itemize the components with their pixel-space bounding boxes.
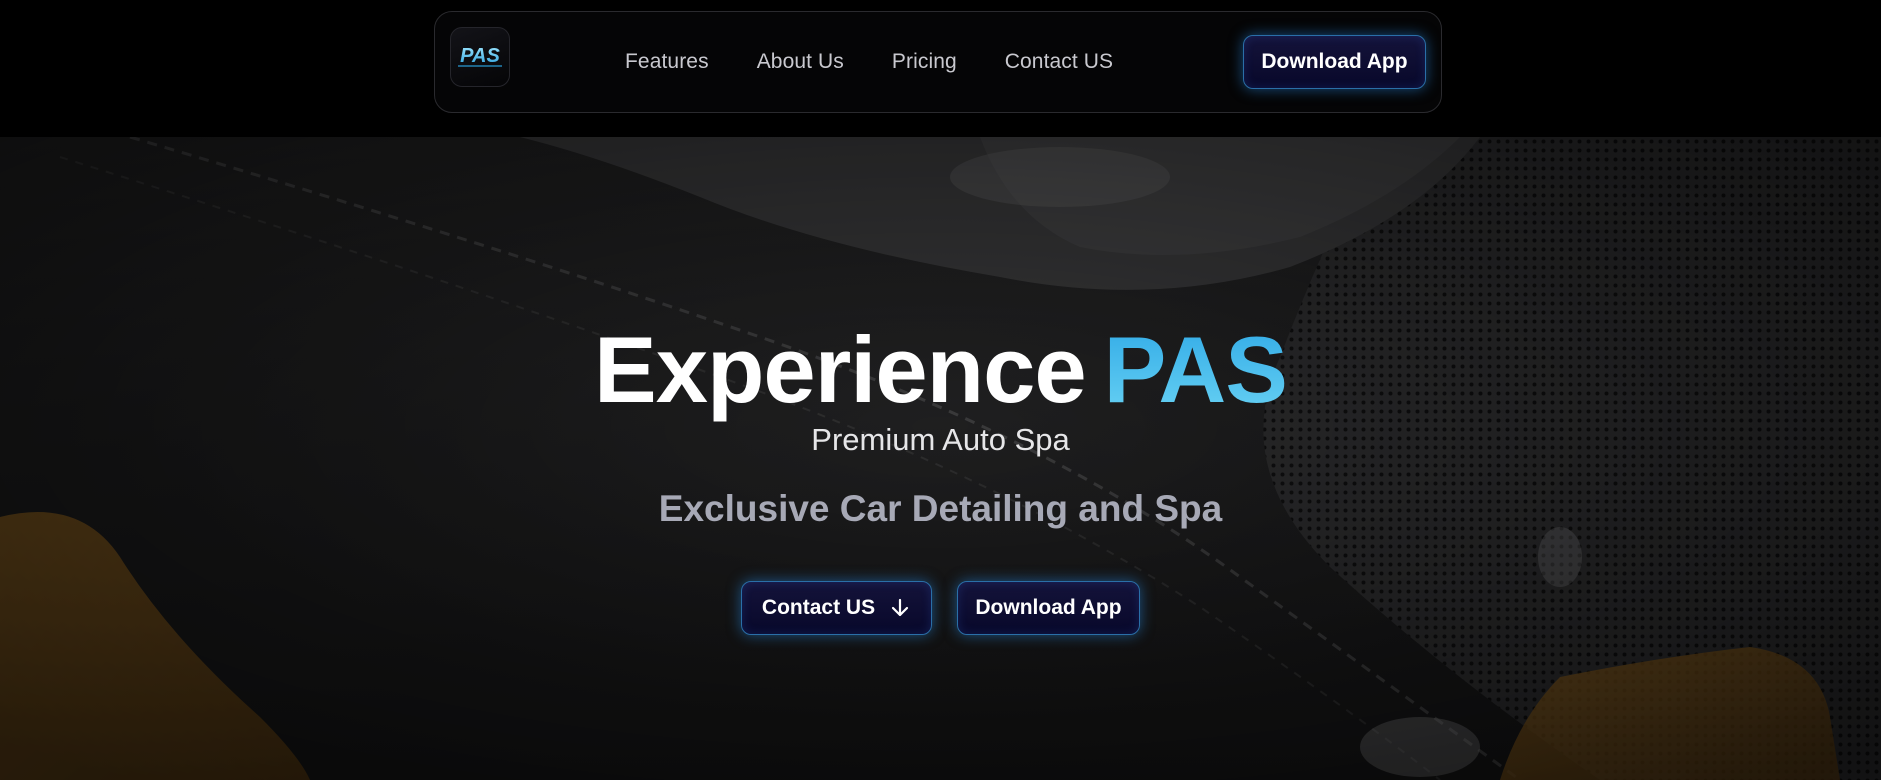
hero-download-app-label: Download App: [975, 596, 1122, 619]
hero-section: Experience PAS Premium Auto Spa Exclusive…: [0, 137, 1881, 780]
hero-contact-us-button[interactable]: Contact US: [741, 581, 932, 635]
hero-subtitle: Premium Auto Spa: [811, 422, 1070, 457]
nav-link-pricing[interactable]: Pricing: [892, 50, 957, 74]
hero-title-main: Experience: [594, 317, 1087, 422]
logo-text: PAS: [460, 45, 500, 67]
hero-download-app-button[interactable]: Download App: [957, 581, 1140, 635]
pas-logo-icon: PAS: [458, 45, 502, 67]
hero-contact-us-label: Contact US: [761, 596, 876, 619]
brand-logo[interactable]: PAS: [450, 27, 510, 87]
hero-actions: Contact US Download App: [0, 581, 1881, 635]
nav-link-features[interactable]: Features: [625, 50, 709, 74]
hero-content: Experience PAS Premium Auto Spa Exclusive…: [0, 137, 1881, 780]
header-download-app-button[interactable]: Download App: [1243, 35, 1426, 89]
landing-page: PAS Features About Us Pricing Contact US…: [0, 0, 1881, 780]
nav-links: Features About Us Pricing Contact US: [625, 12, 1113, 112]
hero-title-accent: PAS: [1103, 317, 1288, 422]
hero-title: Experience PAS: [0, 320, 1881, 420]
nav-link-contact-us[interactable]: Contact US: [1005, 50, 1113, 74]
navbar: PAS Features About Us Pricing Contact US…: [434, 11, 1442, 113]
nav-link-about-us[interactable]: About Us: [757, 50, 844, 74]
header-download-app-label: Download App: [1261, 50, 1408, 73]
hero-tagline: Exclusive Car Detailing and Spa: [658, 488, 1223, 529]
site-header: PAS Features About Us Pricing Contact US…: [0, 0, 1881, 137]
arrow-down-icon: [889, 597, 911, 619]
